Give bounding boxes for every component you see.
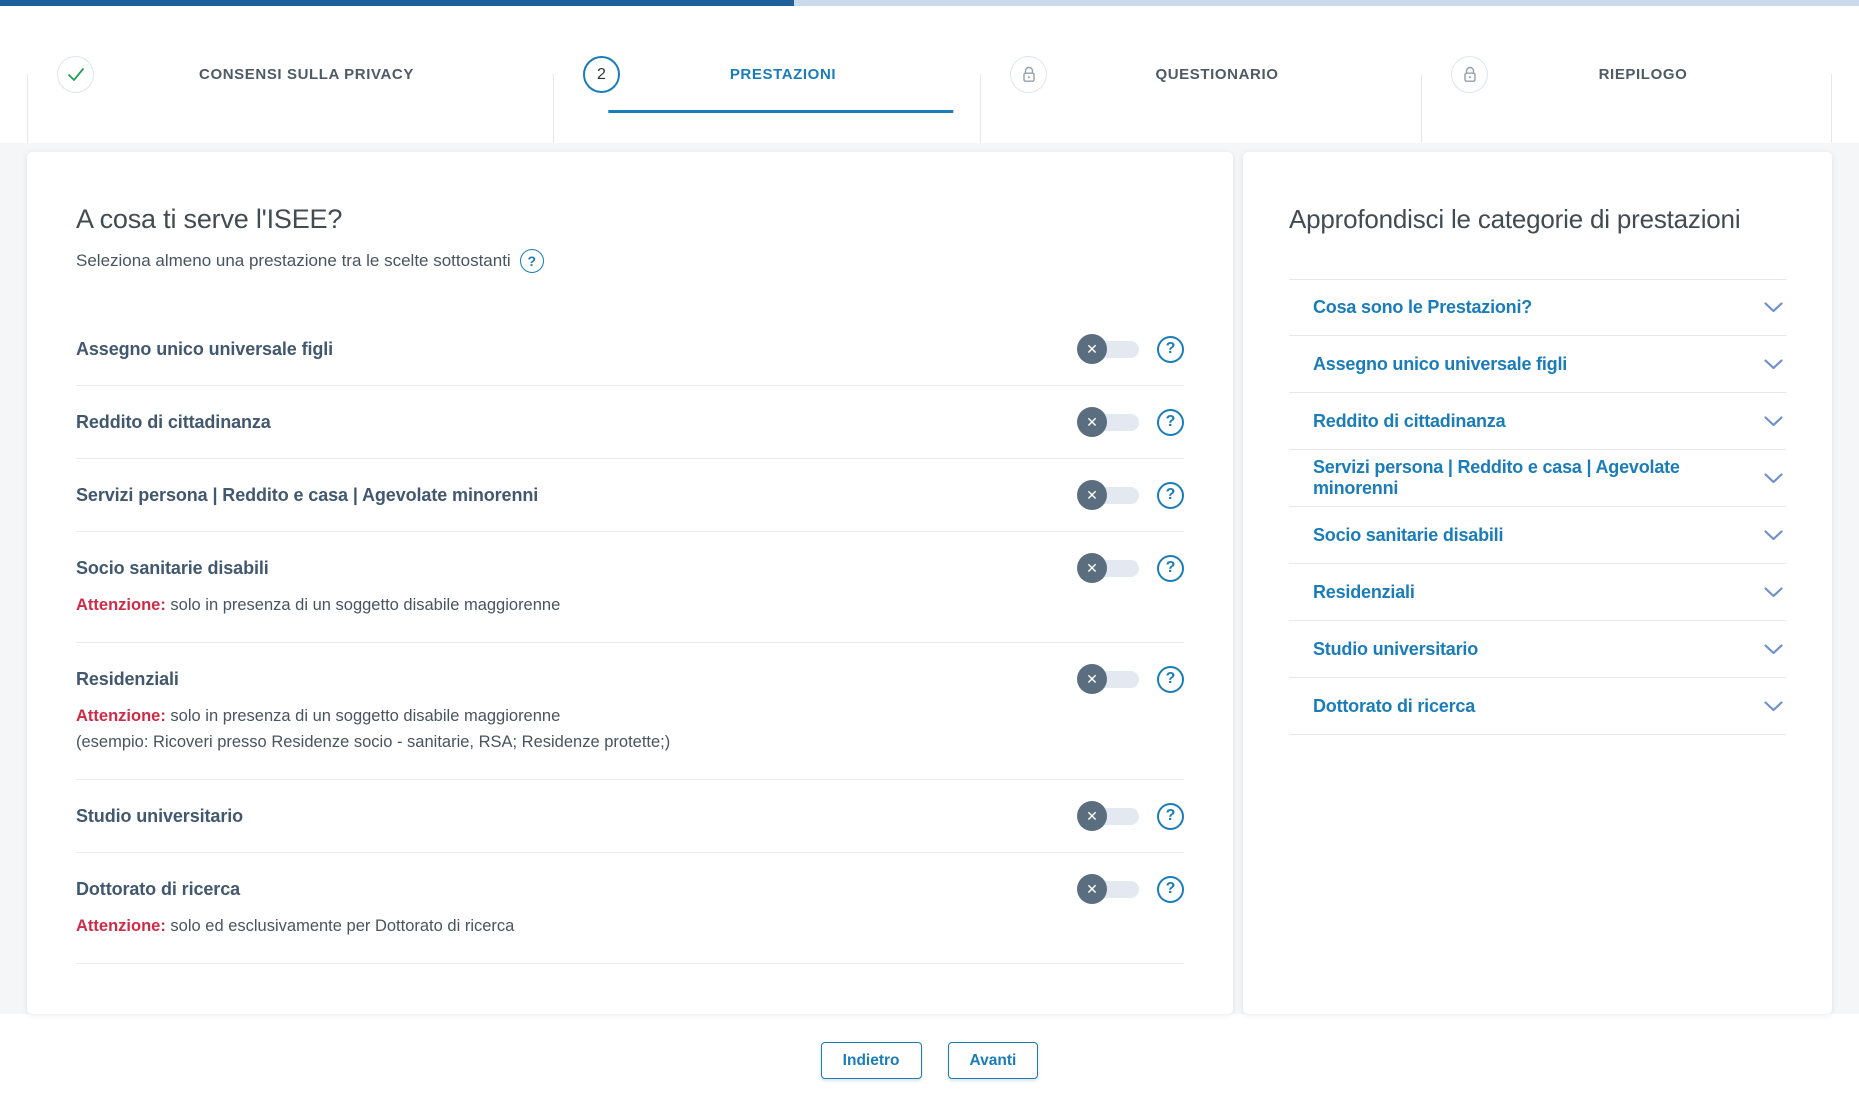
- lock-icon: [1451, 56, 1488, 93]
- row-label: Residenziali: [76, 669, 1077, 690]
- approfondimenti-card: Approfondisci le categorie di prestazion…: [1243, 152, 1832, 1014]
- toggle-switch[interactable]: ✕: [1077, 480, 1139, 510]
- prestazione-row-reddito-cittadinanza: Reddito di cittadinanza ✕ ?: [76, 386, 1184, 459]
- help-icon[interactable]: ?: [1157, 409, 1184, 436]
- row-label: Assegno unico universale figli: [76, 339, 1077, 360]
- toggle-switch[interactable]: ✕: [1077, 801, 1139, 831]
- warning-body: solo ed esclusivamente per Dottorato di …: [170, 917, 514, 935]
- row-label: Studio universitario: [76, 806, 1077, 827]
- active-step-underline: [608, 110, 953, 114]
- help-icon[interactable]: ?: [1157, 336, 1184, 363]
- footer-actions: Indietro Avanti: [0, 1014, 1859, 1101]
- warning-prefix: Attenzione:: [76, 596, 166, 614]
- chevron-down-icon: [1763, 301, 1784, 314]
- accordion-label: Socio sanitarie disabili: [1313, 525, 1763, 546]
- accordion-label: Assegno unico universale figli: [1313, 354, 1763, 375]
- accordion-label: Residenziali: [1313, 582, 1763, 603]
- row-label: Reddito di cittadinanza: [76, 412, 1077, 433]
- step-label: CONSENSI SULLA PRIVACY: [94, 66, 553, 83]
- subtitle-help-icon[interactable]: ?: [520, 249, 544, 273]
- accordion-label: Reddito di cittadinanza: [1313, 411, 1763, 432]
- row-label: Servizi persona | Reddito e casa | Agevo…: [76, 485, 1077, 506]
- accordion-item-dottorato[interactable]: Dottorato di ricerca: [1289, 678, 1786, 735]
- next-button[interactable]: Avanti: [948, 1042, 1039, 1079]
- toggle-switch[interactable]: ✕: [1077, 334, 1139, 364]
- stepper-step-prestazioni[interactable]: 2 PRESTAZIONI: [553, 6, 980, 143]
- step-label: QUESTIONARIO: [1047, 66, 1421, 83]
- check-icon: [57, 56, 94, 93]
- warning-text: Attenzione: solo in presenza di un sogge…: [76, 707, 1184, 726]
- content-area: A cosa ti serve l'ISEE? Seleziona almeno…: [0, 143, 1859, 1014]
- accordion-label: Cosa sono le Prestazioni?: [1313, 297, 1763, 318]
- prestazione-row-studio-universitario: Studio universitario ✕ ?: [76, 780, 1184, 853]
- help-icon[interactable]: ?: [1157, 803, 1184, 830]
- accordion-item-servizi-persona[interactable]: Servizi persona | Reddito e casa | Agevo…: [1289, 450, 1786, 507]
- warning-body: solo in presenza di un soggetto disabile…: [170, 707, 560, 725]
- prestazione-row-socio-sanitarie: Socio sanitarie disabili ✕ ? Attenzione:…: [76, 532, 1184, 643]
- warning-prefix: Attenzione:: [76, 707, 166, 725]
- accordion-item-studio-universitario[interactable]: Studio universitario: [1289, 621, 1786, 678]
- prestazioni-list: Assegno unico universale figli ✕ ? Reddi…: [76, 313, 1184, 964]
- stepper-step-questionario: QUESTIONARIO: [980, 6, 1421, 143]
- toggle-off-x-icon: ✕: [1077, 664, 1107, 694]
- help-icon[interactable]: ?: [1157, 555, 1184, 582]
- accordion-list: Cosa sono le Prestazioni? Assegno unico …: [1289, 279, 1786, 735]
- chevron-down-icon: [1763, 586, 1784, 599]
- toggle-switch[interactable]: ✕: [1077, 664, 1139, 694]
- step-label: RIEPILOGO: [1488, 66, 1832, 83]
- step-number-badge: 2: [583, 56, 620, 93]
- toggle-switch[interactable]: ✕: [1077, 874, 1139, 904]
- aside-title: Approfondisci le categorie di prestazion…: [1289, 204, 1786, 235]
- warning-text: Attenzione: solo ed esclusivamente per D…: [76, 917, 1184, 936]
- prestazioni-card: A cosa ti serve l'ISEE? Seleziona almeno…: [27, 152, 1233, 1014]
- help-icon[interactable]: ?: [1157, 876, 1184, 903]
- chevron-down-icon: [1763, 358, 1784, 371]
- help-icon[interactable]: ?: [1157, 482, 1184, 509]
- accordion-item-residenziali[interactable]: Residenziali: [1289, 564, 1786, 621]
- toggle-off-x-icon: ✕: [1077, 801, 1107, 831]
- step-label: PRESTAZIONI: [620, 66, 980, 83]
- chevron-down-icon: [1763, 529, 1784, 542]
- toggle-off-x-icon: ✕: [1077, 407, 1107, 437]
- accordion-item-cosa-sono[interactable]: Cosa sono le Prestazioni?: [1289, 279, 1786, 336]
- stepper: CONSENSI SULLA PRIVACY 2 PRESTAZIONI QUE…: [0, 6, 1859, 143]
- chevron-down-icon: [1763, 643, 1784, 656]
- note-text: (esempio: Ricoveri presso Residenze soci…: [76, 733, 1184, 752]
- stepper-step-consensi-sulla-privacy[interactable]: CONSENSI SULLA PRIVACY: [27, 6, 553, 143]
- row-label: Socio sanitarie disabili: [76, 558, 1077, 579]
- toggle-switch[interactable]: ✕: [1077, 553, 1139, 583]
- accordion-label: Studio universitario: [1313, 639, 1763, 660]
- warning-prefix: Attenzione:: [76, 917, 166, 935]
- toggle-switch[interactable]: ✕: [1077, 407, 1139, 437]
- stepper-step-riepilogo: RIEPILOGO: [1421, 6, 1832, 143]
- prestazione-row-servizi-persona: Servizi persona | Reddito e casa | Agevo…: [76, 459, 1184, 532]
- toggle-off-x-icon: ✕: [1077, 334, 1107, 364]
- chevron-down-icon: [1763, 415, 1784, 428]
- prestazione-row-dottorato: Dottorato di ricerca ✕ ? Attenzione: sol…: [76, 853, 1184, 964]
- warning-text: Attenzione: solo in presenza di un sogge…: [76, 596, 1184, 615]
- prestazione-row-assegno-unico: Assegno unico universale figli ✕ ?: [76, 313, 1184, 386]
- toggle-off-x-icon: ✕: [1077, 480, 1107, 510]
- back-button[interactable]: Indietro: [821, 1042, 922, 1079]
- page-subtitle-text: Seleziona almeno una prestazione tra le …: [76, 251, 511, 271]
- page-subtitle: Seleziona almeno una prestazione tra le …: [76, 249, 1184, 273]
- accordion-label: Dottorato di ricerca: [1313, 696, 1763, 717]
- toggle-off-x-icon: ✕: [1077, 874, 1107, 904]
- accordion-item-reddito-cittadinanza[interactable]: Reddito di cittadinanza: [1289, 393, 1786, 450]
- row-label: Dottorato di ricerca: [76, 879, 1077, 900]
- accordion-item-assegno-unico[interactable]: Assegno unico universale figli: [1289, 336, 1786, 393]
- accordion-item-socio-sanitarie[interactable]: Socio sanitarie disabili: [1289, 507, 1786, 564]
- chevron-down-icon: [1763, 700, 1784, 713]
- prestazione-row-residenziali: Residenziali ✕ ? Attenzione: solo in pre…: [76, 643, 1184, 780]
- accordion-label: Servizi persona | Reddito e casa | Agevo…: [1313, 457, 1763, 499]
- warning-body: solo in presenza di un soggetto disabile…: [170, 596, 560, 614]
- chevron-down-icon: [1763, 472, 1784, 485]
- toggle-off-x-icon: ✕: [1077, 553, 1107, 583]
- lock-icon: [1010, 56, 1047, 93]
- help-icon[interactable]: ?: [1157, 666, 1184, 693]
- page-title: A cosa ti serve l'ISEE?: [76, 204, 1184, 235]
